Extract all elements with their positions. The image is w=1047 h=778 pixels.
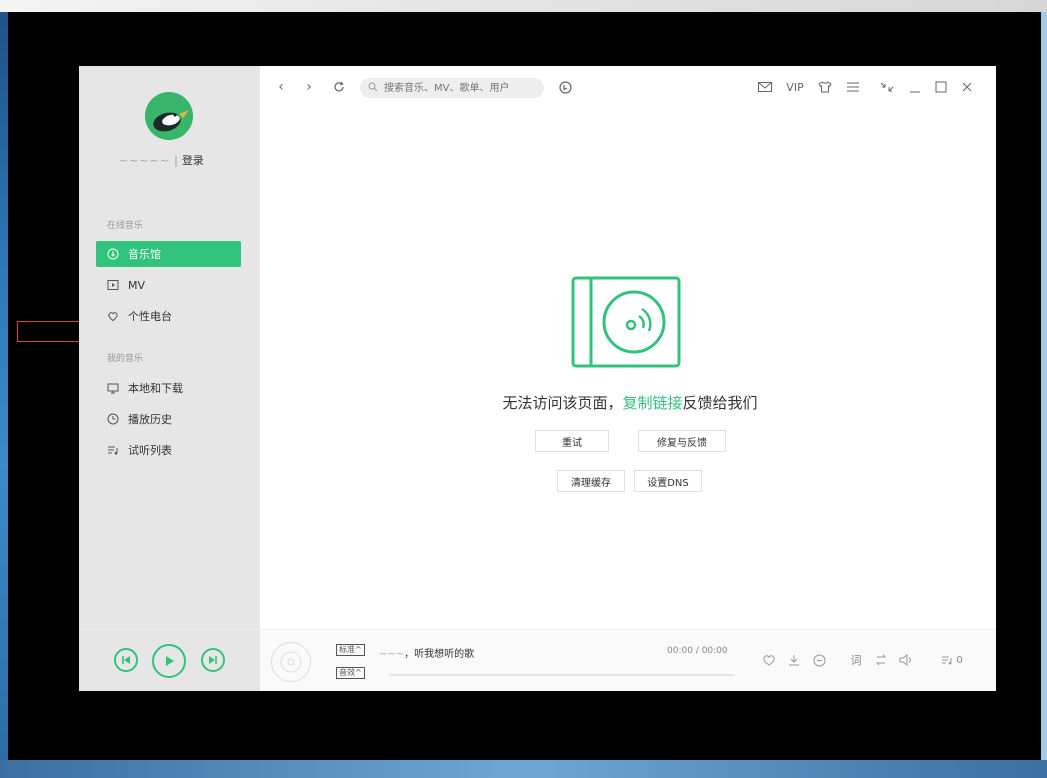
disc-icon xyxy=(280,651,302,673)
song-title: ~~~，听我想听的歌 xyxy=(379,649,475,660)
login-link[interactable]: 登录 xyxy=(182,152,204,168)
play-button[interactable] xyxy=(152,644,186,678)
radio-icon xyxy=(106,309,120,323)
username: ~~~~~ xyxy=(119,153,171,167)
album-cover[interactable] xyxy=(271,642,311,682)
sidebar-item-label: 音乐馆 xyxy=(128,248,161,261)
lyric-button[interactable]: 词 xyxy=(847,651,865,669)
taskbar xyxy=(0,760,1047,778)
user-login-row: ~~~~~ | 登录 xyxy=(119,152,204,168)
next-icon xyxy=(209,656,217,664)
music-hall-icon xyxy=(106,247,120,261)
error-message: 无法访问该页面，复制链接反馈给我们 xyxy=(502,394,758,412)
sidebar-item-trial-list[interactable]: 试听列表 xyxy=(96,437,241,463)
download-icon[interactable] xyxy=(785,651,803,669)
sidebar-item-mv[interactable]: MV xyxy=(96,272,241,298)
broken-disc-icon xyxy=(571,276,681,368)
sidebar-item-music-hall[interactable]: 音乐馆 xyxy=(96,241,241,267)
sidebar-item-label: MV xyxy=(128,278,146,292)
progress-bar[interactable] xyxy=(389,674,734,676)
highlight-box xyxy=(17,321,83,342)
sidebar-item-local-download[interactable]: 本地和下载 xyxy=(96,375,241,401)
copy-link[interactable]: 复制链接 xyxy=(622,394,682,412)
desktop-top-bar xyxy=(0,0,1047,12)
playlist-count: 0 xyxy=(956,654,963,666)
repair-feedback-button[interactable]: 修复与反馈 xyxy=(638,430,726,452)
sidebar-item-label: 个性电台 xyxy=(128,310,172,323)
sidebar-item-radio[interactable]: 个性电台 xyxy=(96,303,241,329)
monitor-icon xyxy=(106,381,120,395)
set-dns-button[interactable]: 设置DNS xyxy=(634,470,702,492)
prev-button[interactable] xyxy=(114,648,138,672)
section-title-my: 我的音乐 xyxy=(107,354,144,364)
penguin-avatar-icon xyxy=(145,92,193,140)
time-display: 00:00 / 00:00 xyxy=(667,646,728,656)
avatar[interactable] xyxy=(145,92,193,140)
mv-icon xyxy=(106,278,120,292)
sidebar: ~~~~~ | 登录 在线音乐 音乐馆 MV 个性电台 我的音乐 本地和下载 播… xyxy=(79,66,260,629)
error-page: 无法访问该页面，复制链接反馈给我们 重试 修复与反馈 清理缓存 设置DNS xyxy=(260,66,996,629)
playlist-icon xyxy=(106,443,120,457)
playlist-button[interactable]: 0 xyxy=(936,651,968,669)
sidebar-item-label: 本地和下载 xyxy=(128,382,183,395)
sidebar-item-label: 播放历史 xyxy=(128,413,172,426)
main-content: ‹ › VIP xyxy=(260,66,996,629)
retry-button[interactable]: 重试 xyxy=(535,430,609,452)
section-title-online: 在线音乐 xyxy=(107,221,144,231)
player-controls xyxy=(79,630,260,691)
music-app-window: ~~~~~ | 登录 在线音乐 音乐馆 MV 个性电台 我的音乐 本地和下载 播… xyxy=(79,66,996,691)
play-icon xyxy=(166,656,174,666)
next-button[interactable] xyxy=(201,648,225,672)
loop-mode-icon[interactable] xyxy=(872,651,890,669)
player-bar: 标准^ 音效^ ~~~，听我想听的歌 00:00 / 00:00 词 0 xyxy=(79,629,996,691)
playlist-icon xyxy=(942,656,952,665)
clear-cache-button[interactable]: 清理缓存 xyxy=(557,470,625,492)
desktop-edge xyxy=(1041,12,1047,778)
like-icon[interactable] xyxy=(760,651,778,669)
volume-icon[interactable] xyxy=(897,651,915,669)
prev-icon xyxy=(122,656,130,664)
more-icon[interactable] xyxy=(810,651,828,669)
effect-tag[interactable]: 音效^ xyxy=(336,667,365,679)
sidebar-item-history[interactable]: 播放历史 xyxy=(96,406,241,432)
clock-icon xyxy=(106,412,120,426)
quality-tag[interactable]: 标准^ xyxy=(336,644,365,656)
sidebar-item-label: 试听列表 xyxy=(128,444,172,457)
